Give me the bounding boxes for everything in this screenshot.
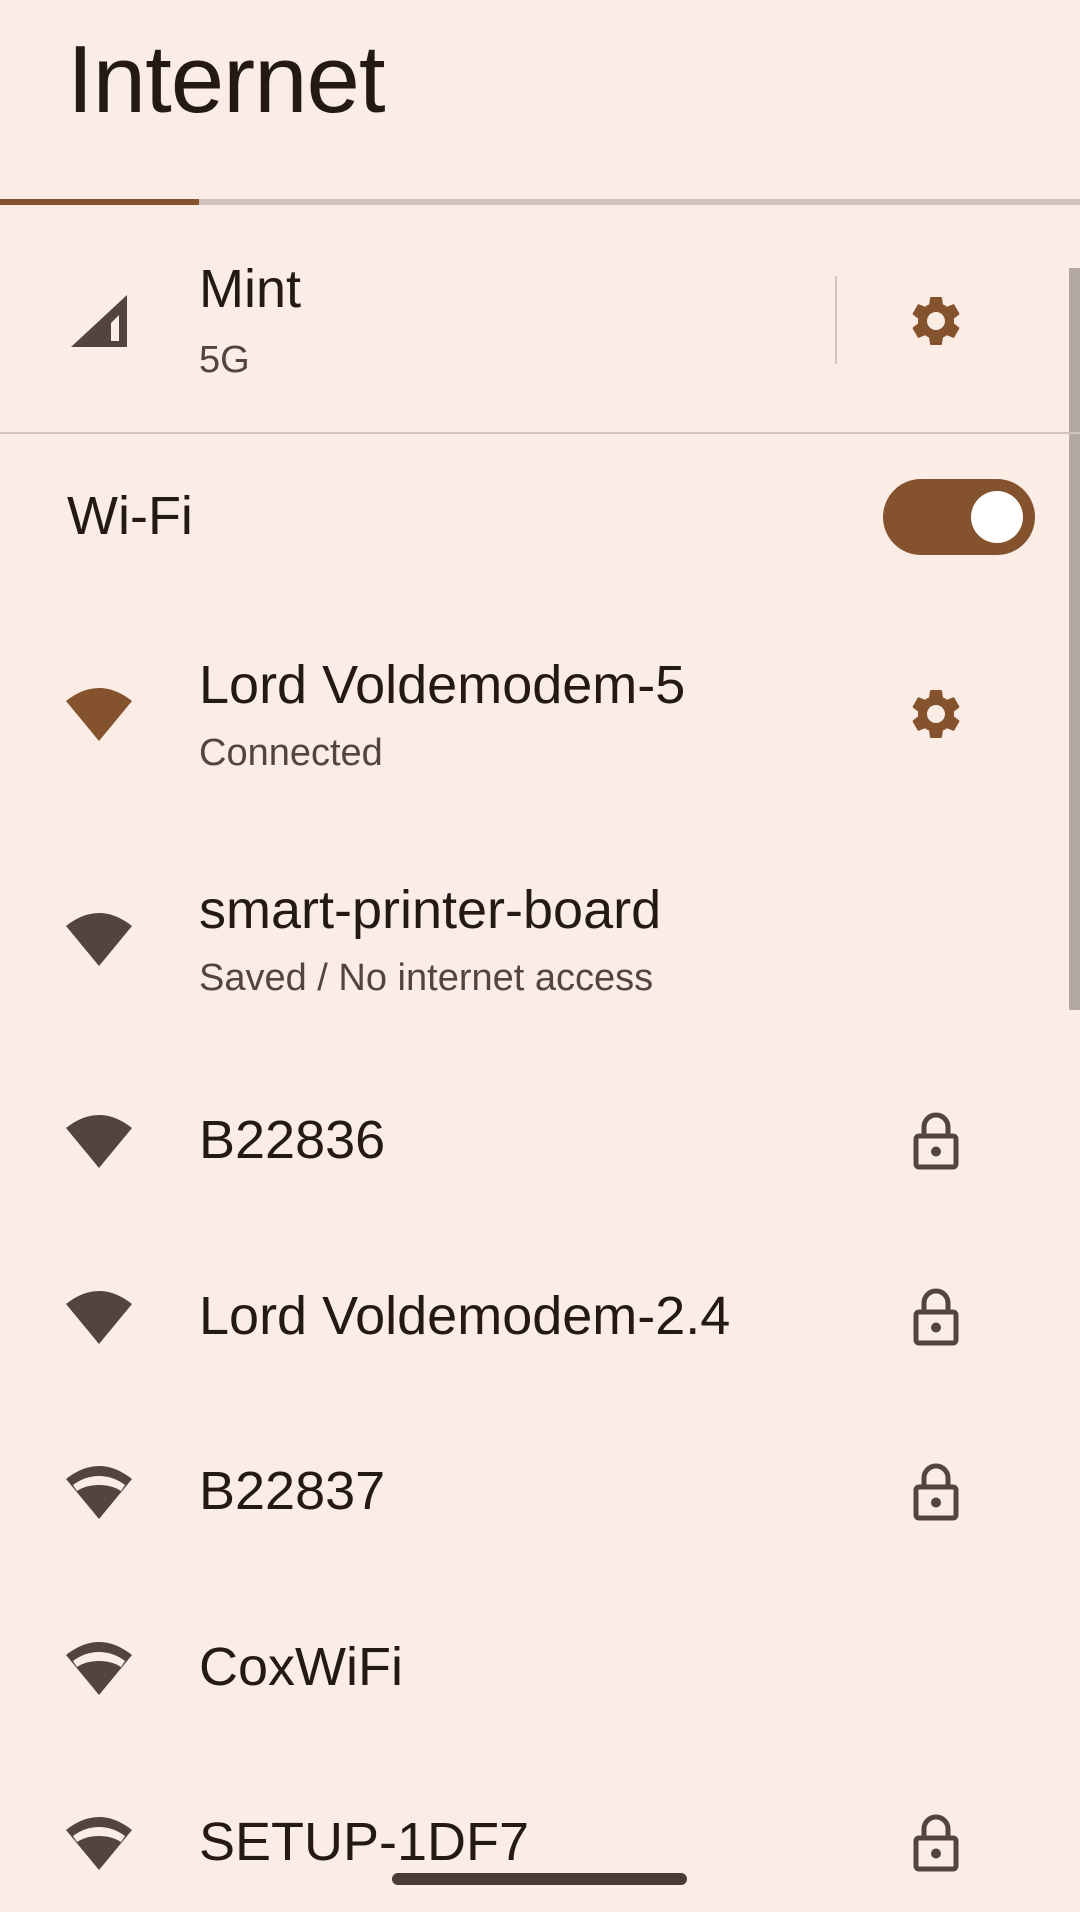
loading-progress-fill <box>0 199 199 205</box>
wifi-network-row[interactable]: Lord Voldemodem-2.4 <box>0 1259 1068 1373</box>
home-gesture-bar[interactable] <box>392 1873 687 1885</box>
lock-icon <box>900 1806 972 1878</box>
wifi-network-row[interactable]: smart-printer-board Saved / No internet … <box>0 845 1068 1035</box>
wifi-network-row[interactable]: B22836 <box>0 1083 1068 1197</box>
network-name: B22836 <box>199 1110 386 1170</box>
network-status: Connected <box>199 732 383 774</box>
wifi-network-row[interactable]: B22837 <box>0 1434 1068 1548</box>
cell-signal-icon <box>62 284 136 358</box>
network-name: smart-printer-board <box>199 880 662 940</box>
wifi-network-row[interactable]: Lord Voldemodem-5 Connected <box>0 620 1068 810</box>
wifi-medium-icon <box>62 1630 136 1704</box>
wifi-medium-icon <box>62 1454 136 1528</box>
wifi-full-icon <box>62 1279 136 1353</box>
wifi-toggle[interactable] <box>883 479 1035 555</box>
wifi-full-icon <box>62 901 136 975</box>
gear-icon <box>912 297 960 345</box>
lock-icon <box>900 1104 972 1176</box>
lock-icon <box>900 1455 972 1527</box>
wifi-toggle-knob <box>971 491 1023 543</box>
loading-progress-bar <box>0 199 1080 205</box>
page-title: Internet <box>67 26 386 133</box>
mobile-network-type: 5G <box>199 339 250 381</box>
network-name: B22837 <box>199 1461 386 1521</box>
wifi-full-icon <box>62 1103 136 1177</box>
vertical-divider <box>835 276 837 364</box>
wifi-full-icon <box>62 676 136 750</box>
mobile-network-name: Mint <box>199 259 302 319</box>
section-divider <box>0 432 1080 434</box>
network-status: Saved / No internet access <box>199 957 654 999</box>
network-name: CoxWiFi <box>199 1637 403 1697</box>
wifi-medium-icon <box>62 1805 136 1879</box>
network-settings-button[interactable] <box>900 678 972 750</box>
network-name: Lord Voldemodem-5 <box>199 655 686 715</box>
wifi-label: Wi-Fi <box>67 486 193 546</box>
mobile-network-row[interactable]: Mint 5G <box>0 240 1068 402</box>
network-name: SETUP-1DF7 <box>199 1812 530 1872</box>
gear-icon <box>912 690 960 738</box>
mobile-settings-button[interactable] <box>900 285 972 357</box>
wifi-network-row[interactable]: CoxWiFi <box>0 1610 1068 1724</box>
scrollbar[interactable] <box>1069 268 1080 1010</box>
lock-icon <box>900 1280 972 1352</box>
network-name: Lord Voldemodem-2.4 <box>199 1286 731 1346</box>
